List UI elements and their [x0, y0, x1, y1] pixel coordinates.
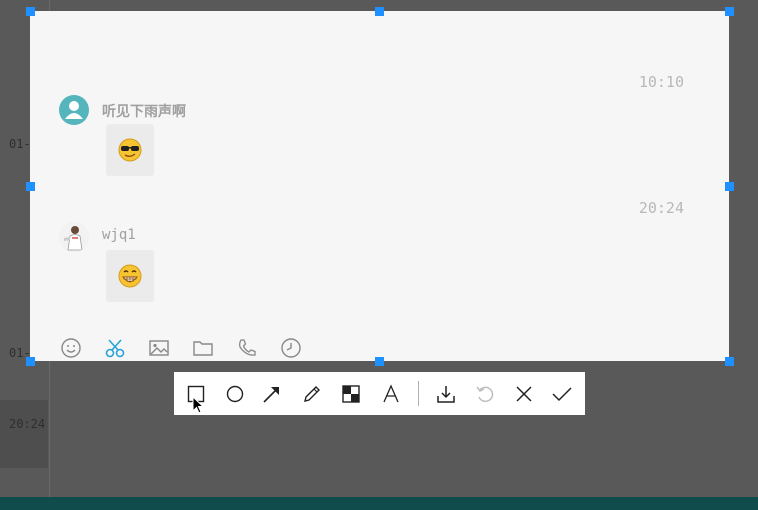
- ellipse-tool-icon[interactable]: [224, 383, 246, 405]
- mouse-pointer-icon: [192, 396, 204, 414]
- screenshot-selection-area[interactable]: 10:10 听见下雨声啊 20:24 wjq1: [30, 11, 729, 361]
- message-bubble[interactable]: [106, 124, 154, 176]
- resize-handle-top[interactable]: [375, 7, 384, 16]
- resize-handle-left[interactable]: [26, 182, 35, 191]
- cool-sunglasses-emoji: [118, 138, 142, 162]
- session-item-selected[interactable]: [0, 400, 48, 468]
- resize-handle-bottom[interactable]: [375, 357, 384, 366]
- undo-icon[interactable]: [474, 383, 496, 405]
- message-timestamp: 10:10: [638, 73, 684, 91]
- emoji-icon[interactable]: [60, 337, 82, 359]
- resize-handle-top-left[interactable]: [26, 7, 35, 16]
- folder-icon[interactable]: [192, 337, 214, 359]
- user-avatar[interactable]: [59, 95, 89, 125]
- mosaic-tool-icon[interactable]: [340, 383, 362, 405]
- arrow-tool-icon[interactable]: [261, 383, 283, 405]
- resize-handle-right[interactable]: [725, 182, 734, 191]
- grinning-teeth-emoji: [118, 264, 142, 288]
- resize-handle-top-right[interactable]: [725, 7, 734, 16]
- toolbar-separator: [418, 381, 419, 406]
- image-icon[interactable]: [148, 337, 170, 359]
- resize-handle-bottom-left[interactable]: [26, 357, 35, 366]
- message-timestamp: 20:24: [638, 199, 684, 217]
- text-tool-icon[interactable]: [380, 383, 402, 405]
- pencil-tool-icon[interactable]: [301, 383, 323, 405]
- session-time: 20:24: [9, 417, 46, 431]
- phone-icon[interactable]: [236, 337, 258, 359]
- taskbar: [0, 497, 758, 510]
- user-avatar[interactable]: [59, 222, 89, 252]
- screenshot-edit-toolbar: [174, 372, 585, 415]
- message-bubble[interactable]: [106, 250, 154, 302]
- scissors-icon[interactable]: [104, 337, 126, 359]
- photo-avatar: [59, 222, 89, 252]
- confirm-check-icon[interactable]: [551, 383, 573, 405]
- default-user-icon: [65, 101, 83, 119]
- cancel-icon[interactable]: [513, 383, 535, 405]
- history-clock-icon[interactable]: [280, 337, 302, 359]
- sender-name: 听见下雨声啊: [102, 104, 186, 120]
- download-save-icon[interactable]: [435, 383, 457, 405]
- resize-handle-bottom-right[interactable]: [725, 357, 734, 366]
- sender-name: wjq1: [102, 227, 136, 243]
